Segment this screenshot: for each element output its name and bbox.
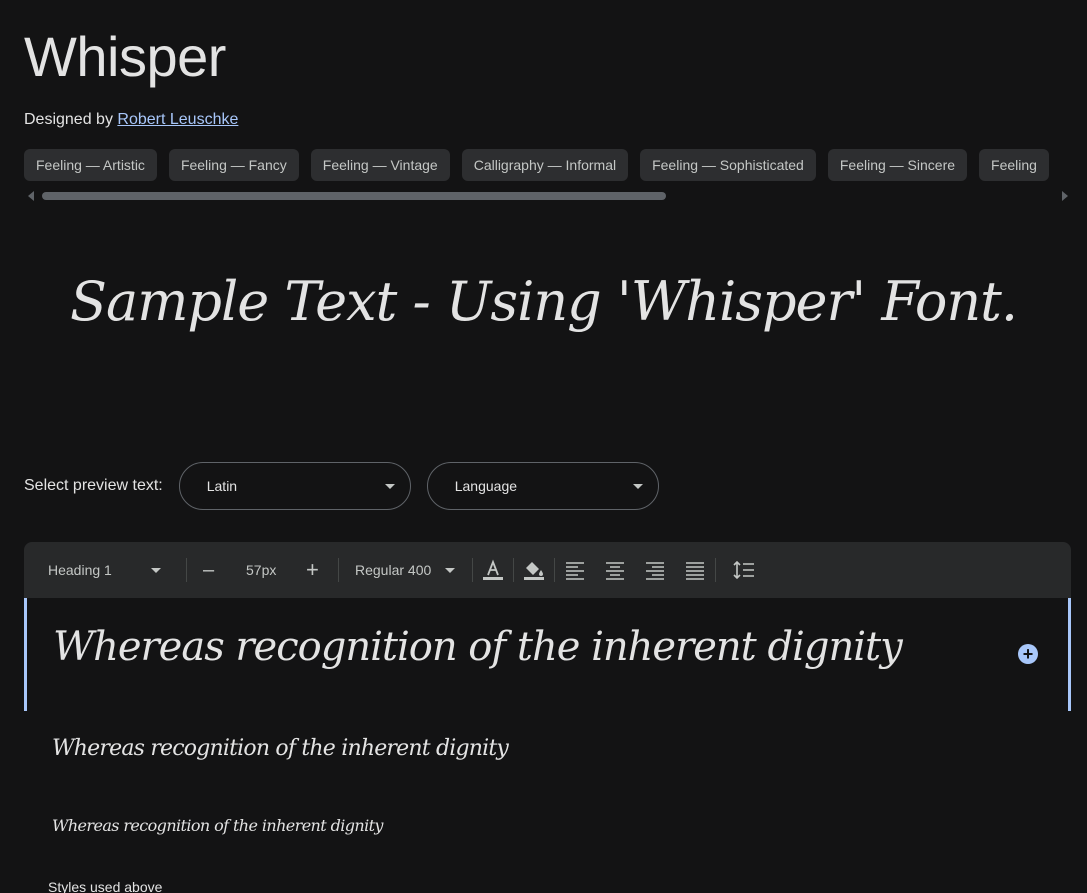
decrease-size-button[interactable]: – [203,542,214,598]
toolbar-divider [338,558,339,582]
designer-link[interactable]: Robert Leuschke [117,111,238,128]
toolbar-divider [715,558,716,582]
add-icon[interactable]: + [1018,644,1038,664]
align-right-icon[interactable] [643,558,667,582]
toolbar-divider [554,558,555,582]
designed-by-label: Designed by [24,111,113,128]
align-left-icon[interactable] [563,558,587,582]
tag-chip[interactable]: Feeling — Vintage [310,149,450,181]
scrollbar-thumb[interactable] [42,192,666,200]
sample-row-medium[interactable]: Whereas recognition of the inherent dign… [24,736,1071,776]
styles-used-heading: Styles used above [48,879,163,893]
chevron-down-icon [632,484,643,489]
toolbar-divider [186,558,187,582]
chevron-down-icon [151,568,161,573]
chevron-down-icon [384,484,395,489]
tag-chip[interactable]: Feeling — Fancy [168,149,299,181]
scroll-left-arrow-icon[interactable] [28,191,34,201]
weight-select-value: Regular 400 [355,562,432,578]
toolbar-divider [472,558,473,582]
tag-chip[interactable]: Calligraphy — Informal [461,149,629,181]
highlight-color-icon[interactable] [522,558,546,582]
script-select[interactable]: Latin [178,462,411,510]
tag-scrollbar[interactable] [24,190,1072,202]
tag-list: Feeling — Artistic Feeling — Fancy Feeli… [24,149,1087,181]
align-justify-icon[interactable] [683,558,707,582]
weight-select[interactable]: Regular 400 [355,542,431,598]
chevron-down-icon [445,568,455,573]
sample-row-small[interactable]: Whereas recognition of the inherent dign… [24,816,1071,846]
increase-size-button[interactable]: + [306,542,319,598]
designer-line: Designed by Robert Leuschke [24,111,238,129]
text-color-icon[interactable] [481,558,505,582]
toolbar-divider [513,558,514,582]
sample-text-medium[interactable]: Whereas recognition of the inherent dign… [52,736,509,761]
align-center-icon[interactable] [603,558,627,582]
preview-toolbar: Heading 1 – 57px + Regular 400 [24,542,1071,598]
font-specimen-page: Whisper Designed by Robert Leuschke Feel… [0,0,1087,893]
tag-chip[interactable]: Feeling — Sincere [827,149,968,181]
preview-text-label: Select preview text: [24,477,163,494]
sample-row-heading-1[interactable]: Whereas recognition of the inherent dign… [24,598,1071,711]
tag-chip[interactable]: Feeling — Artistic [24,149,157,181]
sample-rows: Whereas recognition of the inherent dign… [24,598,1071,835]
preview-controls: Select preview text: Latin Language [24,462,675,510]
scroll-right-arrow-icon[interactable] [1062,191,1068,201]
hero-sample-text: Sample Text - Using 'Whisper' Font. [70,270,1018,333]
line-height-icon[interactable] [732,558,756,582]
script-select-value: Latin [206,478,238,494]
font-title: Whisper [24,25,226,88]
sample-text-small[interactable]: Whereas recognition of the inherent dign… [52,816,383,835]
tag-chip[interactable]: Feeling — Sophisticated [640,149,816,181]
language-select[interactable]: Language [426,462,659,510]
sample-text-large[interactable]: Whereas recognition of the inherent dign… [53,624,903,670]
language-select-value: Language [454,478,518,494]
tag-chip[interactable]: Feeling [979,149,1049,181]
style-select-value: Heading 1 [48,562,112,578]
font-size-value[interactable]: 57px [246,542,276,598]
